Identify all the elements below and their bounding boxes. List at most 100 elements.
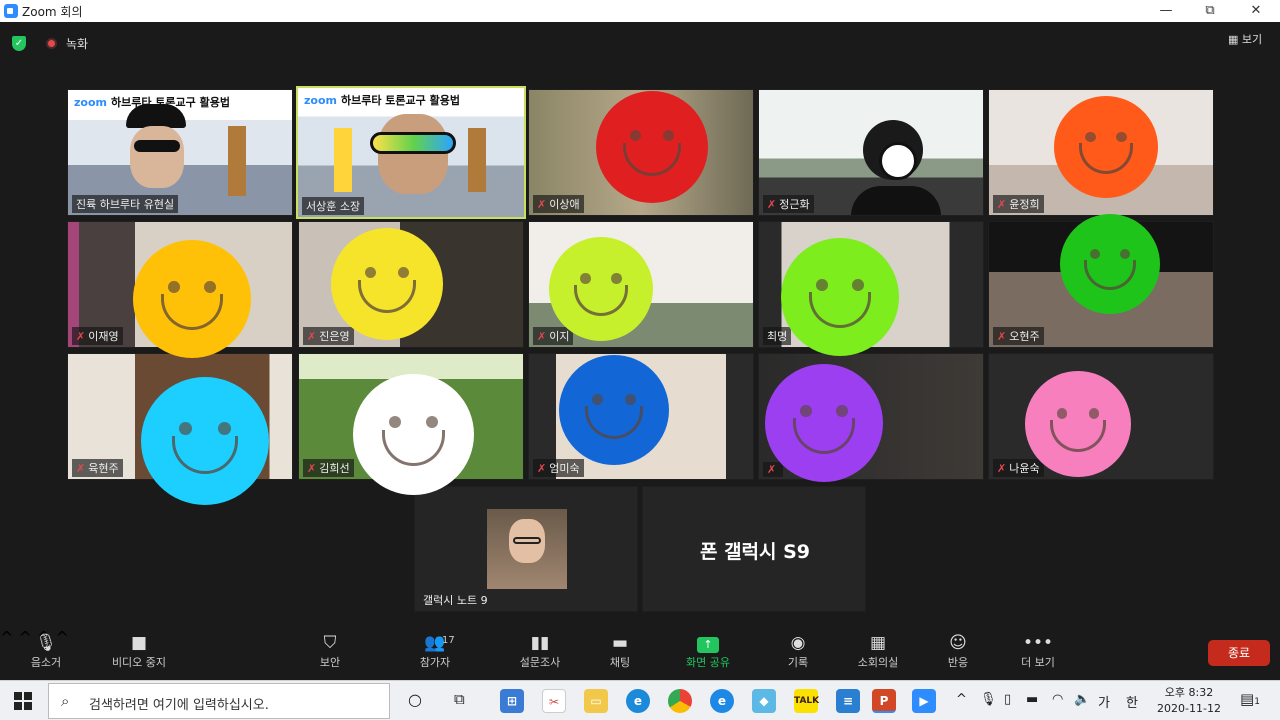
participant-name: ✗ 이지: [533, 327, 574, 345]
notification-center-icon[interactable]: ▤1: [1240, 690, 1260, 708]
tray-wifi-icon[interactable]: ◠: [1052, 692, 1063, 707]
more-dots-icon: •••: [1022, 633, 1054, 653]
share-screen-button[interactable]: ↑ 화면 공유: [668, 628, 748, 680]
clock-date: 2020-11-12: [1157, 702, 1221, 715]
reactions-label: 반응: [947, 656, 969, 669]
tray-volume-icon[interactable]: 🔈: [1074, 692, 1090, 707]
prop-shape: [468, 128, 486, 192]
chrome-browser-icon[interactable]: [668, 689, 692, 713]
breakout-grid-icon: ▦: [869, 633, 887, 653]
encryption-shield-icon[interactable]: ✓: [12, 36, 26, 51]
smiley-face-overlay: [765, 364, 883, 482]
windows-start-icon[interactable]: [14, 692, 32, 710]
app-network-icon[interactable]: ⊞: [500, 689, 524, 713]
taskbar-search-box[interactable]: ⌕ 검색하려면 여기에 입력하십시오.: [48, 683, 390, 719]
participant-name: ✗ 엄미숙: [533, 459, 584, 477]
powerpoint-icon[interactable]: P: [872, 689, 896, 713]
video-tile[interactable]: zoom 하브루타 토론교구 활용법 진륙 하브루타 유현실: [67, 89, 293, 216]
participant-name-large: 폰 갤럭시 S9: [699, 541, 811, 563]
share-screen-arrow-icon: ↑: [668, 628, 748, 654]
edge-browser-icon[interactable]: e: [626, 689, 650, 713]
smiley-face-overlay: [1054, 96, 1158, 198]
participants-count: 17: [442, 635, 455, 646]
breakout-label: 소회의실: [857, 656, 899, 669]
smiley-face-overlay: [549, 237, 653, 341]
more-button[interactable]: ••• 더 보기: [998, 628, 1078, 680]
task-view-icon[interactable]: ⧉: [454, 690, 465, 708]
polls-button[interactable]: ▮▮ 설문조사: [500, 628, 580, 680]
more-label: 더 보기: [1021, 656, 1055, 669]
tray-expand-caret-icon[interactable]: ^: [956, 692, 967, 707]
minimize-button[interactable]: —: [1146, 1, 1186, 21]
reactions-button[interactable]: ☺ 반응: [918, 628, 998, 680]
participants-button[interactable]: 👥 17 참가자: [395, 628, 475, 680]
kakaotalk-icon[interactable]: TALK: [794, 689, 819, 713]
internet-explorer-icon[interactable]: e: [710, 689, 734, 713]
recording-indicator-icon[interactable]: [46, 38, 57, 49]
calendar-app-icon[interactable]: ≡: [836, 689, 860, 713]
participant-name: ✗ 윤정희: [993, 195, 1044, 213]
zoom-app-icon: [4, 4, 18, 18]
participant-name: ✗ 이상애: [533, 195, 584, 213]
prop-shape: [228, 126, 246, 196]
participants-label: 참가자: [419, 656, 451, 669]
app-store-icon[interactable]: ◆: [752, 689, 776, 713]
smiley-face-overlay: [133, 240, 251, 358]
taskbar-clock[interactable]: 오후 8:32 2020-11-12: [1154, 685, 1224, 717]
record-icon: ◉: [790, 633, 806, 653]
security-button[interactable]: ⛉ 보안: [290, 628, 370, 680]
snipping-tool-icon[interactable]: ✂: [542, 689, 566, 713]
participant-name: 진륙 하브루타 유현실: [72, 195, 179, 213]
end-meeting-button[interactable]: 종료: [1208, 640, 1270, 666]
participant-name: ✗ 김희선: [303, 459, 354, 477]
person-body: [851, 186, 941, 215]
participant-name: ✗ 이재영: [72, 327, 123, 345]
tray-usb-icon[interactable]: ▯: [1004, 692, 1011, 707]
record-button[interactable]: ◉ 기록: [758, 628, 838, 680]
smiley-face-overlay: [1060, 214, 1160, 314]
tray-battery-icon[interactable]: ▬: [1026, 692, 1038, 707]
ime-language[interactable]: 가: [1098, 692, 1110, 711]
security-shield-icon: ⛉: [323, 633, 337, 653]
mic-muted-icon: ✗: [767, 198, 777, 211]
clock-time: 오후 8:32: [1164, 686, 1214, 699]
video-tile[interactable]: 폰 갤럭시 S9: [642, 486, 866, 612]
window-title: Zoom 회의: [22, 5, 83, 19]
smiley-face-overlay: [331, 228, 443, 340]
mute-button[interactable]: 🎙 음소거: [6, 628, 86, 680]
mic-muted-icon: ✗: [307, 330, 317, 343]
mic-muted-icon: ✗: [76, 462, 86, 475]
window-titlebar: Zoom 회의 — ⧉ ✕: [0, 0, 1280, 22]
view-label: 보기: [1241, 33, 1263, 46]
mic-muted-icon: ✗: [76, 330, 86, 343]
ime-mode[interactable]: 한: [1126, 692, 1138, 711]
video-tile-active-speaker[interactable]: zoom 하브루타 토론교구 활용법 서상훈 소장: [296, 86, 526, 219]
close-button[interactable]: ✕: [1236, 1, 1276, 21]
mic-muted-icon: ✗: [307, 462, 317, 475]
participant-name: 갤럭시 노트 9: [423, 594, 488, 607]
cortana-icon[interactable]: ○: [408, 690, 422, 709]
smiley-face-overlay: [596, 91, 708, 203]
chat-button[interactable]: ▬ 채팅: [580, 628, 660, 680]
emoji-plus-icon: ☺: [949, 633, 967, 653]
video-tile[interactable]: ✗ 정근화: [758, 89, 984, 216]
security-label: 보안: [319, 656, 341, 669]
file-explorer-icon[interactable]: ▭: [584, 689, 608, 713]
mic-muted-icon: ✗: [997, 462, 1007, 475]
video-tile[interactable]: 갤럭시 노트 9: [414, 486, 638, 612]
tray-mic-icon[interactable]: 🎙: [980, 692, 997, 707]
mute-label: 음소거: [30, 656, 62, 669]
video-camera-icon: ■: [130, 633, 148, 653]
breakout-rooms-button[interactable]: ▦ 소회의실: [838, 628, 918, 680]
hat-shape: [126, 104, 186, 128]
participant-photo: [487, 509, 567, 589]
zoom-taskbar-icon[interactable]: ▶: [912, 689, 936, 713]
restore-button[interactable]: ⧉: [1190, 1, 1230, 21]
bar-chart-icon: ▮▮: [530, 633, 550, 653]
share-label: 화면 공유: [686, 656, 730, 669]
stop-video-button[interactable]: ■ 비디오 중지: [99, 628, 179, 680]
smiley-face-overlay: [559, 355, 669, 465]
view-button[interactable]: ▦ 보기: [1228, 31, 1262, 47]
mic-muted-icon: ✗: [537, 330, 547, 343]
meeting-toolbar: 🎙 음소거 ^ ■ 비디오 중지 ^ ⛉ 보안 👥 17 참가자 ^ ▮▮ 설문…: [0, 628, 1280, 680]
